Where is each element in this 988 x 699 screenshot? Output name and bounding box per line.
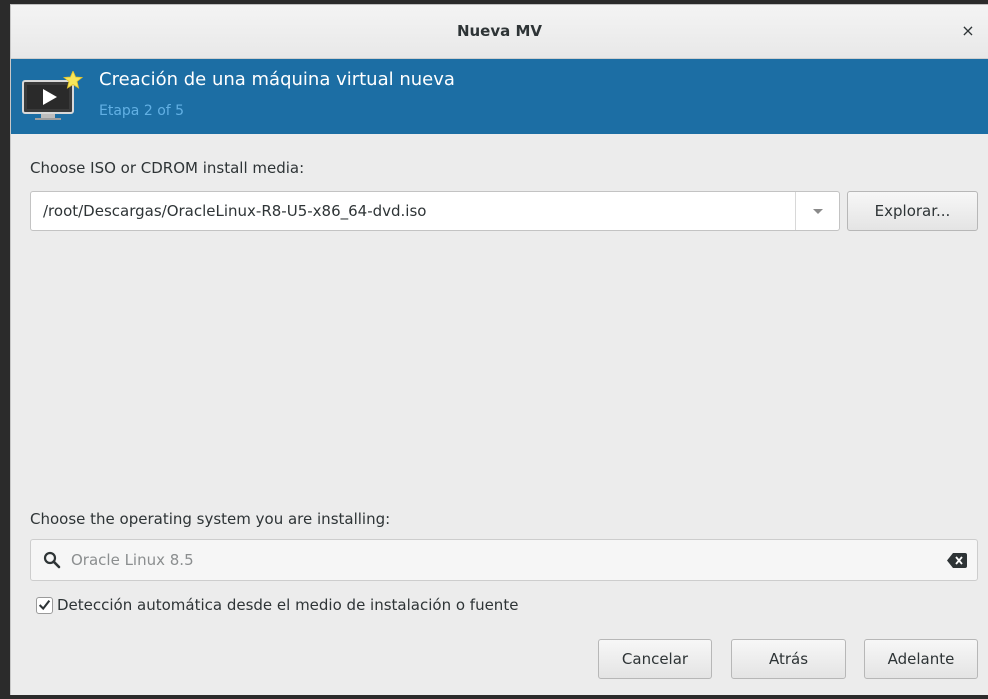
wizard-step: Etapa 2 of 5 [99, 103, 185, 119]
window-title: Nueva MV [456, 22, 543, 40]
back-button[interactable]: Atrás [731, 639, 846, 679]
wizard-title: Creación de una máquina virtual nueva [99, 69, 455, 90]
new-vm-dialog: Nueva MV × Creación de una máquina virtu… [10, 4, 988, 695]
checkmark-icon [38, 599, 51, 611]
monitor-play-icon [22, 71, 83, 120]
browse-button[interactable]: Explorar... [847, 191, 978, 231]
close-button[interactable]: × [958, 21, 978, 41]
chevron-down-icon[interactable] [795, 192, 839, 230]
title-bar[interactable]: Nueva MV × [11, 5, 988, 59]
install-media-label: Choose ISO or CDROM install media: [30, 159, 305, 177]
install-media-combobox[interactable] [30, 191, 840, 231]
os-search-input[interactable] [71, 551, 931, 569]
forward-button[interactable]: Adelante [864, 639, 978, 679]
auto-detect-label[interactable]: Detección automática desde el medio de i… [57, 596, 518, 614]
os-label: Choose the operating system you are inst… [30, 510, 391, 528]
install-media-input[interactable] [43, 202, 783, 220]
os-search-field[interactable] [30, 539, 978, 581]
cancel-button[interactable]: Cancelar [598, 639, 712, 679]
clear-text-icon[interactable] [947, 553, 967, 568]
search-icon [43, 551, 61, 569]
wizard-header: Creación de una máquina virtual nueva Et… [11, 59, 988, 134]
auto-detect-checkbox[interactable] [36, 597, 53, 614]
